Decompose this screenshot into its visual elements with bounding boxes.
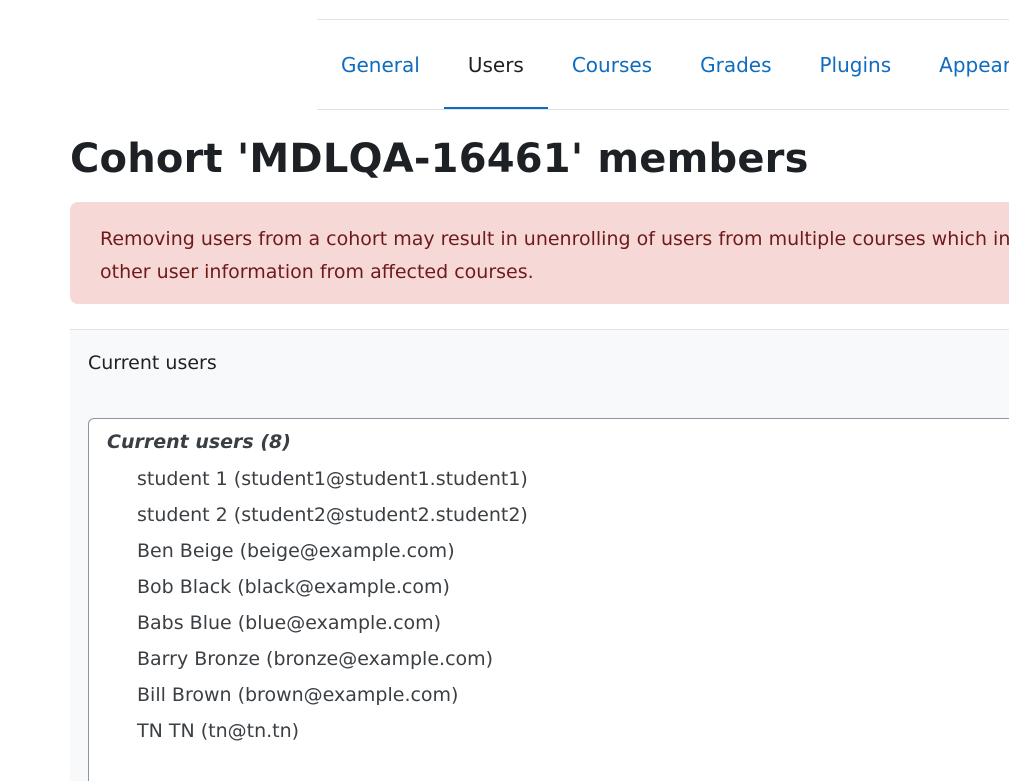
current-users-label: Current users: [88, 352, 217, 374]
tab-general[interactable]: General: [317, 20, 444, 109]
current-users-select[interactable]: Current users (8) student 1 (student1@st…: [88, 418, 1009, 781]
page: General Users Courses Grades Plugins App…: [0, 0, 1009, 781]
user-option[interactable]: Bob Black (black@example.com): [137, 569, 528, 605]
user-option[interactable]: Babs Blue (blue@example.com): [137, 605, 528, 641]
tab-plugins[interactable]: Plugins: [796, 20, 916, 109]
user-option[interactable]: student 2 (student2@student2.student2): [137, 497, 528, 533]
current-users-panel: Current users Current users (8) student …: [70, 329, 1009, 781]
user-option[interactable]: TN TN (tn@tn.tn): [137, 713, 528, 749]
user-option[interactable]: student 1 (student1@student1.student1): [137, 461, 528, 497]
current-users-group-label: Current users (8): [107, 431, 291, 453]
alert-text-line-2: other user information from affected cou…: [100, 261, 534, 283]
tab-users[interactable]: Users: [443, 20, 548, 109]
tab-courses[interactable]: Courses: [548, 20, 676, 109]
tab-grades[interactable]: Grades: [676, 20, 795, 109]
current-users-options: student 1 (student1@student1.student1) s…: [137, 461, 528, 749]
user-option[interactable]: Ben Beige (beige@example.com): [137, 533, 528, 569]
alert-text-line-1: Removing users from a cohort may result …: [100, 228, 1009, 250]
nav-tabs: General Users Courses Grades Plugins App…: [317, 20, 1009, 109]
user-option[interactable]: Bill Brown (brown@example.com): [137, 677, 528, 713]
user-option[interactable]: Barry Bronze (bronze@example.com): [137, 641, 528, 677]
secondary-navigation: General Users Courses Grades Plugins App…: [317, 19, 1009, 110]
tab-appearance[interactable]: Appearance: [915, 20, 1009, 109]
warning-alert: Removing users from a cohort may result …: [70, 202, 1009, 304]
page-title: Cohort 'MDLQA-16461' members: [70, 136, 809, 182]
